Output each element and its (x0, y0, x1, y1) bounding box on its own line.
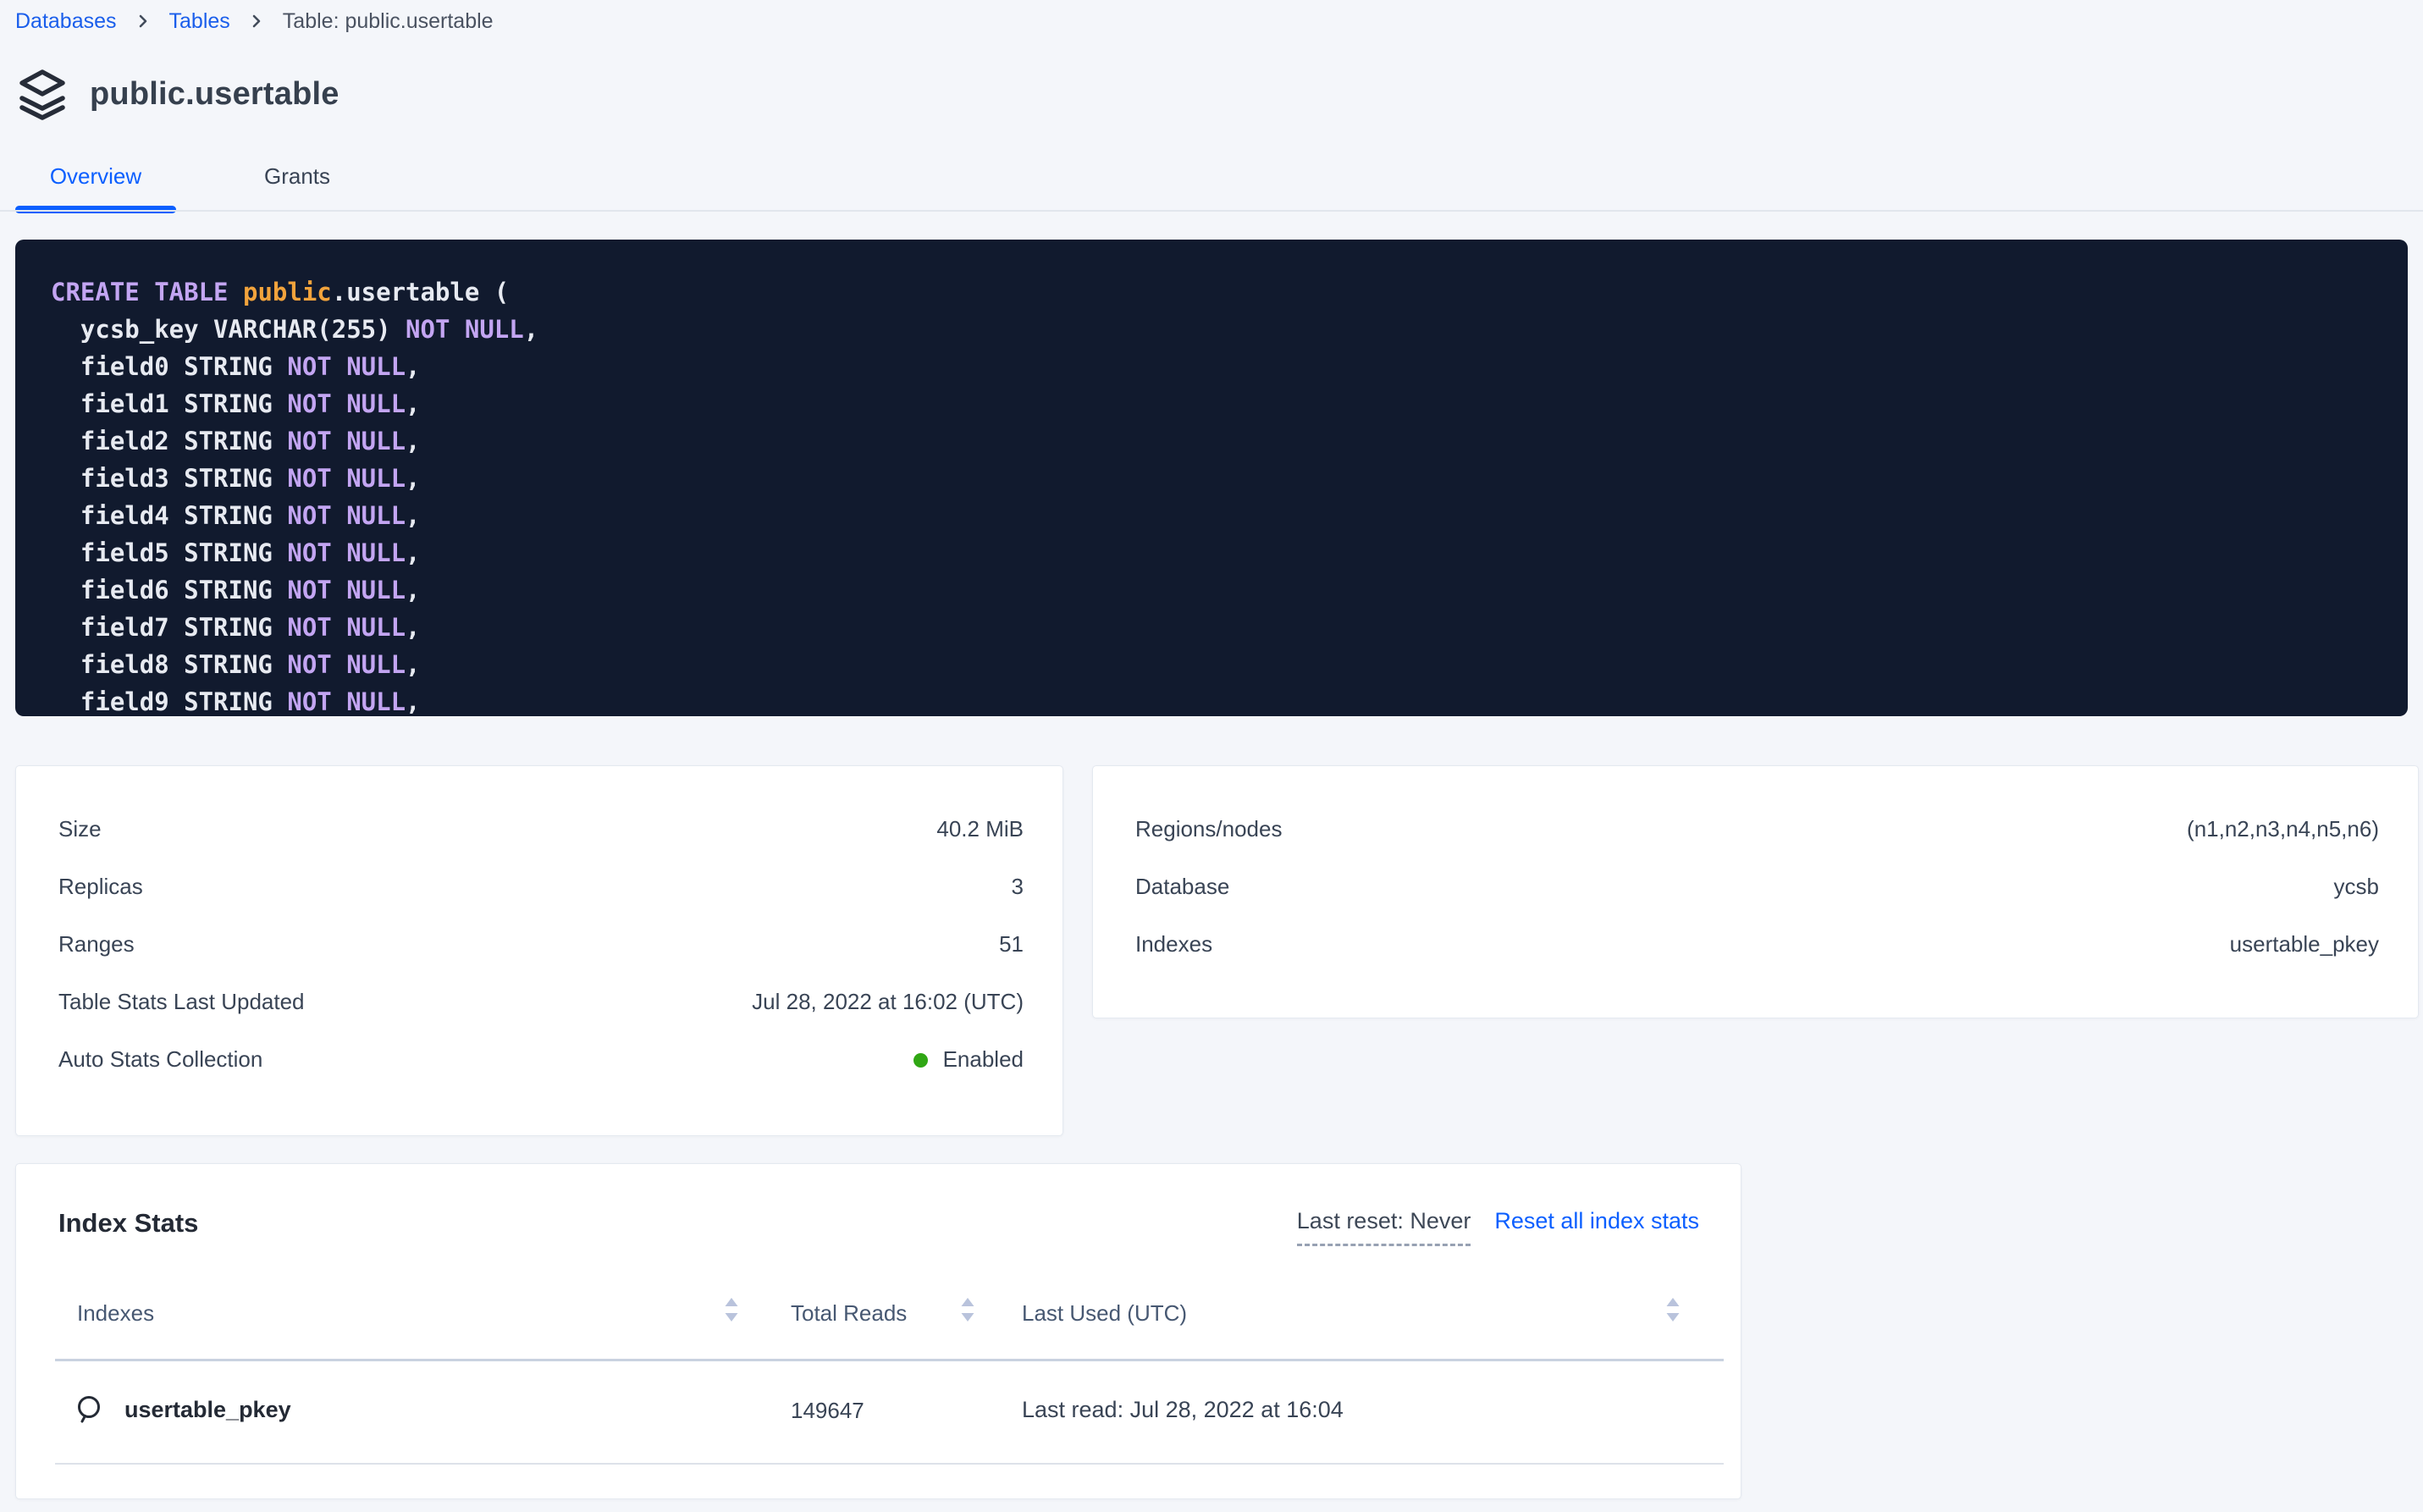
sort-icon[interactable] (1665, 1296, 1681, 1327)
breadcrumb: Databases Tables Table: public.usertable (15, 5, 494, 37)
table-header-divider (55, 1359, 1724, 1361)
stat-label: Indexes (1135, 931, 1212, 957)
tab-overview[interactable]: Overview (15, 159, 176, 205)
stat-value: Jul 28, 2022 at 16:02 (UTC) (752, 989, 1024, 1015)
enabled-dot-icon (913, 1053, 928, 1068)
stat-value: ycsb (2334, 874, 2379, 900)
sort-icon[interactable] (724, 1296, 739, 1327)
stat-row-indexes: Indexes usertable_pkey (1135, 915, 2379, 973)
stat-value: 3 (1012, 874, 1024, 900)
sql-line: field2 STRING NOT NULL, (51, 422, 2382, 460)
tabs-divider (0, 210, 2423, 212)
stack-icon (15, 68, 69, 120)
table-details-page: Databases Tables Table: public.usertable… (0, 0, 2423, 1512)
index-stats-actions: Last reset: Never Reset all index stats (1297, 1208, 1699, 1246)
stat-value: 51 (999, 931, 1024, 957)
sort-icon[interactable] (960, 1296, 975, 1327)
chevron-right-icon (135, 10, 151, 32)
stat-label: Replicas (58, 874, 143, 900)
table-locality-card: Regions/nodes (n1,n2,n3,n4,n5,n6) Databa… (1092, 765, 2419, 1018)
stat-label: Database (1135, 874, 1229, 900)
stat-value: usertable_pkey (2230, 931, 2379, 957)
breadcrumb-link-tables[interactable]: Tables (169, 9, 230, 34)
stat-label: Ranges (58, 931, 135, 957)
sql-line: ycsb_key VARCHAR(255) NOT NULL, (51, 311, 2382, 348)
index-stats-card: Index Stats Last reset: Never Reset all … (15, 1163, 1741, 1499)
sql-line: field5 STRING NOT NULL, (51, 534, 2382, 571)
sql-line: field1 STRING NOT NULL, (51, 385, 2382, 422)
column-header-total-reads[interactable]: Total Reads (791, 1298, 907, 1328)
page-header: public.usertable (15, 68, 339, 120)
stat-label: Size (58, 816, 102, 842)
breadcrumb-link-databases[interactable]: Databases (15, 9, 117, 34)
stat-label: Auto Stats Collection (58, 1046, 262, 1073)
sql-line: field9 STRING NOT NULL, (51, 683, 2382, 716)
tab-grants[interactable]: Grants (217, 159, 378, 205)
sql-line: field0 STRING NOT NULL, (51, 348, 2382, 385)
index-stats-title: Index Stats (58, 1208, 198, 1239)
column-header-last-used[interactable]: Last Used (UTC) (1022, 1298, 1187, 1328)
stat-row-database: Database ycsb (1135, 858, 2379, 915)
status-badge: Enabled (913, 1046, 1024, 1073)
page-title: public.usertable (90, 76, 339, 113)
stat-value: 40.2 MiB (936, 816, 1024, 842)
sql-line: field6 STRING NOT NULL, (51, 571, 2382, 609)
create-statement-codeblock: CREATE TABLE public.usertable ( ycsb_key… (15, 240, 2408, 716)
sql-line: field4 STRING NOT NULL, (51, 497, 2382, 534)
stat-row-size: Size 40.2 MiB (58, 800, 1024, 858)
chevron-right-icon (249, 10, 264, 32)
index-row-name[interactable]: usertable_pkey (124, 1394, 291, 1425)
table-details-card: Size 40.2 MiB Replicas 3 Ranges 51 Table… (15, 765, 1063, 1136)
stat-label: Table Stats Last Updated (58, 989, 305, 1015)
stat-label: Regions/nodes (1135, 816, 1282, 842)
sql-line: field7 STRING NOT NULL, (51, 609, 2382, 646)
index-row-total-reads: 149647 (791, 1395, 864, 1426)
sql-line: CREATE TABLE public.usertable ( (51, 273, 2382, 311)
index-row-last-used: Last read: Jul 28, 2022 at 16:04 (1022, 1394, 1344, 1425)
stat-value: (n1,n2,n3,n4,n5,n6) (2187, 816, 2379, 842)
stat-row-stats-updated: Table Stats Last Updated Jul 28, 2022 at… (58, 973, 1024, 1030)
table-row-divider (55, 1463, 1724, 1465)
stat-row-ranges: Ranges 51 (58, 915, 1024, 973)
sql-line: field8 STRING NOT NULL, (51, 646, 2382, 683)
stat-row-regions: Regions/nodes (n1,n2,n3,n4,n5,n6) (1135, 800, 2379, 858)
last-reset-label[interactable]: Last reset: Never (1297, 1208, 1471, 1246)
stat-row-replicas: Replicas 3 (58, 858, 1024, 915)
sql-line: field3 STRING NOT NULL, (51, 460, 2382, 497)
column-header-indexes[interactable]: Indexes (77, 1298, 154, 1328)
search-icon (74, 1393, 106, 1430)
reset-index-stats-link[interactable]: Reset all index stats (1494, 1208, 1699, 1234)
breadcrumb-current: Table: public.usertable (283, 9, 494, 34)
stat-row-auto-stats: Auto Stats Collection Enabled (58, 1030, 1024, 1088)
